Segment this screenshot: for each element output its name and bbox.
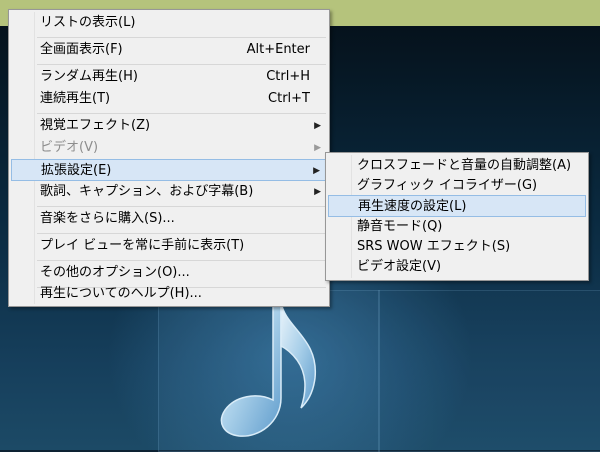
menu-item-label: 歌詞、キャプション、および字幕(B) xyxy=(40,184,254,199)
menu-item-always-on-top[interactable]: プレイ ビューを常に手前に表示(T) xyxy=(11,235,327,257)
menu-item-label: リストの表示(L) xyxy=(40,15,136,30)
music-note-icon xyxy=(220,301,316,437)
menu-item-fullscreen[interactable]: 全画面表示(F) Alt+Enter xyxy=(11,39,327,61)
menu-item-label: 再生速度の設定(L) xyxy=(358,199,467,214)
menu-item-label: その他のオプション(O)... xyxy=(40,265,190,280)
background-panel xyxy=(378,290,600,452)
menu-separator xyxy=(37,113,326,114)
menu-separator xyxy=(37,64,326,65)
submenu-arrow-icon: ▶ xyxy=(314,143,321,153)
menu-separator xyxy=(37,37,326,38)
menu-item-label: 視覚エフェクト(Z) xyxy=(40,118,151,133)
menu-item-label: 全画面表示(F) xyxy=(40,42,123,57)
menu-separator xyxy=(37,206,326,207)
submenu-item-graphic-equalizer[interactable]: グラフィック イコライザー(G) xyxy=(328,175,586,197)
menu-item-label: クロスフェードと音量の自動調整(A) xyxy=(357,158,572,173)
menu-item-playback-help[interactable]: 再生についてのヘルプ(H)... xyxy=(11,283,327,305)
menu-item-label: ビデオ設定(V) xyxy=(357,259,442,274)
menu-item-label: SRS WOW エフェクト(S) xyxy=(357,239,511,254)
enhancements-submenu: クロスフェードと音量の自動調整(A) グラフィック イコライザー(G) 再生速度… xyxy=(325,152,589,281)
menu-item-label: 音楽をさらに購入(S)... xyxy=(40,211,175,226)
submenu-arrow-icon: ▶ xyxy=(314,187,321,197)
submenu-item-video-settings[interactable]: ビデオ設定(V) xyxy=(328,256,586,278)
submenu-item-srs-wow[interactable]: SRS WOW エフェクト(S) xyxy=(328,236,586,258)
menu-item-label: 再生についてのヘルプ(H)... xyxy=(40,286,202,301)
menu-item-shortcut: Alt+Enter xyxy=(246,42,310,57)
menu-item-repeat[interactable]: 連続再生(T) Ctrl+T xyxy=(11,88,327,110)
menu-item-more-options[interactable]: その他のオプション(O)... xyxy=(11,262,327,284)
menu-item-label: プレイ ビューを常に手前に表示(T) xyxy=(40,238,245,253)
menu-item-label: 連続再生(T) xyxy=(40,91,111,106)
menu-item-buy-music[interactable]: 音楽をさらに購入(S)... xyxy=(11,208,327,230)
player-context-menu: リストの表示(L) 全画面表示(F) Alt+Enter ランダム再生(H) C… xyxy=(8,9,330,307)
menu-item-label: 拡張設定(E) xyxy=(41,163,112,178)
submenu-item-quiet-mode[interactable]: 静音モード(Q) xyxy=(328,216,586,238)
menu-item-shortcut: Ctrl+H xyxy=(266,69,310,84)
menu-item-shortcut: Ctrl+T xyxy=(268,91,310,106)
menu-item-visualizations[interactable]: 視覚エフェクト(Z) ▶ xyxy=(11,115,327,137)
submenu-item-play-speed[interactable]: 再生速度の設定(L) xyxy=(328,195,586,217)
menu-item-enhancements[interactable]: 拡張設定(E) ▶ xyxy=(11,159,327,181)
menu-item-label: グラフィック イコライザー(G) xyxy=(357,178,538,193)
menu-item-shuffle[interactable]: ランダム再生(H) Ctrl+H xyxy=(11,66,327,88)
menu-item-label: ランダム再生(H) xyxy=(40,69,138,84)
menu-item-label: ビデオ(V) xyxy=(40,140,99,155)
submenu-arrow-icon: ▶ xyxy=(314,121,321,131)
submenu-arrow-icon: ▶ xyxy=(313,166,320,176)
menu-item-video: ビデオ(V) ▶ xyxy=(11,137,327,159)
menu-item-label: 静音モード(Q) xyxy=(357,219,443,234)
menu-item-lyrics-captions[interactable]: 歌詞、キャプション、および字幕(B) ▶ xyxy=(11,181,327,203)
menu-separator xyxy=(37,260,326,261)
submenu-item-crossfade[interactable]: クロスフェードと音量の自動調整(A) xyxy=(328,155,586,177)
menu-item-show-list[interactable]: リストの表示(L) xyxy=(11,12,327,34)
menu-separator xyxy=(37,233,326,234)
